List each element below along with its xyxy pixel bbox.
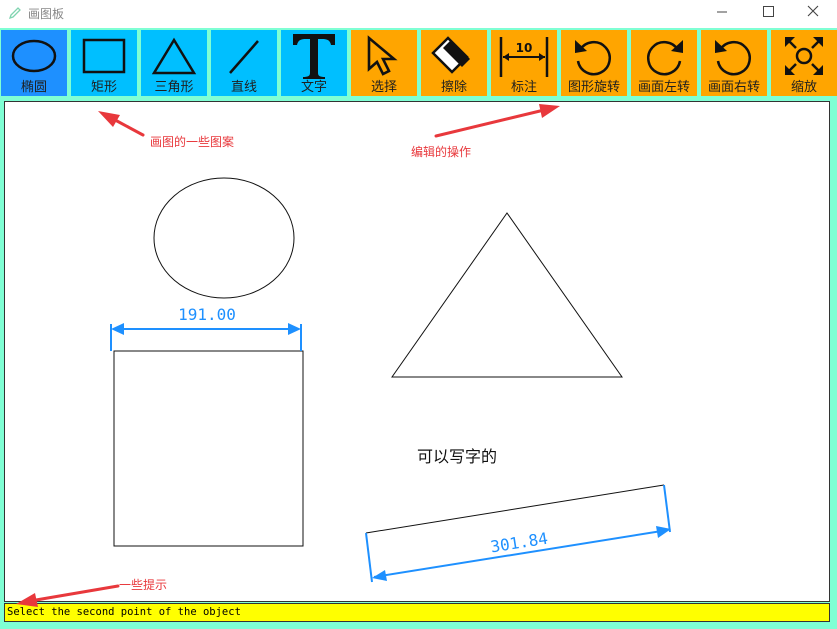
dimension-tool-label: 标注 — [510, 80, 537, 95]
annotation-hints: 一些提示 — [119, 578, 168, 592]
dimension-value-horizontal: 191.00 — [178, 305, 236, 324]
ellipse-shape[interactable] — [153, 177, 295, 299]
dimension-arrowhead — [372, 570, 387, 581]
rotated-line-shape[interactable] — [365, 484, 665, 534]
maximize-icon — [763, 6, 774, 17]
text-tool-button[interactable]: 文字 — [281, 30, 347, 96]
window-title: 画图板 — [28, 7, 65, 21]
dimension-arrowhead — [288, 323, 301, 335]
rotate-ccw-icon — [575, 40, 611, 76]
rectangle-shape[interactable] — [113, 350, 304, 547]
eraser-icon — [431, 36, 470, 74]
ellipse-icon — [11, 39, 57, 73]
text-tool-label: 文字 — [300, 80, 327, 95]
dimension-arrowhead — [111, 323, 124, 335]
canvas-drawing-layer: 可以写字的 191.00 301.84 — [110, 177, 671, 583]
annotation-editing-tools: 编辑的操作 — [411, 145, 472, 159]
cursor-arrow-icon — [367, 35, 398, 76]
erase-tool-button[interactable]: 擦除 — [421, 30, 487, 96]
zoom-tool-label: 缩放 — [790, 80, 817, 95]
dimension-icon: 10 — [499, 37, 549, 77]
status-bar: Select the second point of the object — [4, 603, 830, 622]
triangle-shape[interactable] — [391, 212, 623, 378]
line-tool-button[interactable]: 直线 — [211, 30, 277, 96]
close-icon — [807, 5, 819, 17]
minimize-icon — [717, 11, 727, 13]
drawing-canvas[interactable]: 可以写字的 191.00 301.84 — [4, 101, 830, 602]
rotate-cw-icon — [647, 40, 683, 76]
triangle-icon — [151, 37, 197, 75]
close-button[interactable] — [791, 0, 837, 28]
canvas-text-object[interactable]: 可以写字的 — [417, 447, 497, 466]
rectangle-tool-button[interactable]: 矩形 — [71, 30, 137, 96]
line-icon — [229, 40, 259, 74]
ellipse-tool-button[interactable]: 椭圆 — [1, 30, 67, 96]
app-pencil-icon — [8, 7, 21, 20]
window-titlebar: 画图板 — [0, 0, 837, 28]
minimize-button[interactable] — [699, 0, 745, 28]
rotate-ccw-icon — [715, 40, 751, 76]
select-tool-label: 选择 — [370, 80, 397, 95]
annotation-drawing-tools: 画图的一些图案 — [150, 135, 235, 149]
rotate-view-right-tool-button[interactable]: 画面右转 — [701, 30, 767, 96]
dimension-icon-text: 10 — [516, 41, 533, 55]
rectangle-tool-label: 矩形 — [90, 80, 117, 95]
select-tool-button[interactable]: 选择 — [351, 30, 417, 96]
zoom-tool-button[interactable]: 缩放 — [771, 30, 837, 96]
dimension-value-rotated: 301.84 — [489, 529, 549, 557]
text-icon — [293, 34, 335, 79]
line-tool-label: 直线 — [230, 80, 257, 95]
rectangle-icon — [82, 38, 126, 74]
rotate-view-left-tool-label: 画面左转 — [637, 80, 690, 95]
erase-tool-label: 擦除 — [440, 80, 467, 95]
maximize-button[interactable] — [745, 0, 791, 28]
zoom-arrows-icon — [785, 37, 823, 75]
triangle-tool-label: 三角形 — [154, 80, 194, 95]
triangle-tool-button[interactable]: 三角形 — [141, 30, 207, 96]
ellipse-tool-label: 椭圆 — [20, 80, 47, 95]
rotated-dimension[interactable]: 301.84 — [365, 484, 671, 583]
rotate-shape-tool-button[interactable]: 图形旋转 — [561, 30, 627, 96]
horizontal-dimension[interactable]: 191.00 — [110, 305, 302, 351]
rotate-view-left-tool-button[interactable]: 画面左转 — [631, 30, 697, 96]
dimension-tool-button[interactable]: 10 标注 — [491, 30, 557, 96]
rotate-view-right-tool-label: 画面右转 — [707, 80, 760, 95]
rotate-shape-tool-label: 图形旋转 — [567, 80, 620, 95]
